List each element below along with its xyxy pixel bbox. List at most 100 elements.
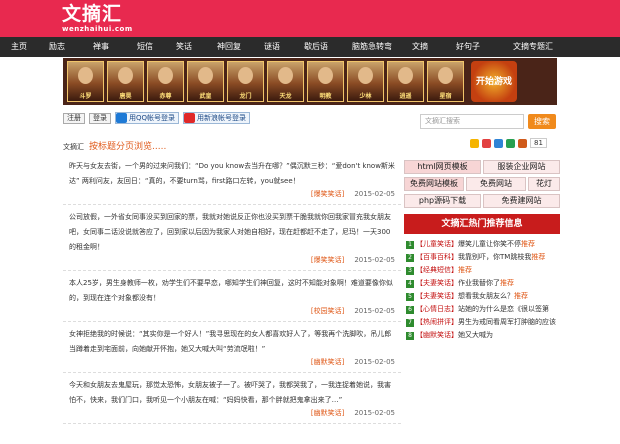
hero-name: 明教 (319, 93, 332, 100)
hero-card[interactable]: 明教 (307, 61, 344, 102)
joke-date: 2015-02-05 (354, 409, 395, 417)
nav-item[interactable]: 励志 (38, 37, 76, 57)
hot-item[interactable]: 4 【夫妻笑话】作业我替你了推荐 (406, 277, 558, 290)
nav-item[interactable]: 歇后语 (290, 37, 342, 57)
joke-category-link[interactable]: [爆笑笑话] (311, 190, 344, 198)
hot-item[interactable]: 5 【夫妻笑话】想看我女朋友么？推荐 (406, 290, 558, 303)
hero-name: 赤尊 (159, 93, 172, 100)
hot-category: 【儿童笑话】 (416, 240, 458, 248)
site-logo[interactable]: 文摘汇 wenzhaihui.com (62, 3, 133, 33)
nav-item[interactable]: 笑话 (164, 37, 204, 57)
nav-item[interactable]: 谜语 (254, 37, 290, 57)
sponsor-link[interactable]: 免费建网站 (483, 194, 560, 208)
login-row: 注册 登录 用QQ帐号登录 用新浪帐号登录 (63, 112, 251, 124)
hot-recommend-tag: 推荐 (500, 279, 514, 287)
hero-card[interactable]: 逍遥 (387, 61, 424, 102)
hero-card[interactable]: 斗罗 (67, 61, 104, 102)
hero-name: 天龙 (279, 93, 292, 100)
sponsor-link[interactable]: php源码下载 (404, 194, 481, 208)
share-more-icon[interactable] (518, 138, 527, 148)
nav-item[interactable]: 好句子 (438, 37, 498, 57)
search-button[interactable]: 搜索 (528, 114, 556, 129)
share-qzone-icon[interactable] (470, 138, 479, 148)
share-renren-icon[interactable] (506, 138, 515, 148)
hot-category: 【夫妻笑话】 (416, 292, 458, 300)
joke-date: 2015-02-05 (354, 307, 395, 315)
joke-date: 2015-02-05 (354, 190, 395, 198)
hero-card[interactable]: 唐昊 (107, 61, 144, 102)
sponsor-link[interactable]: 免费网站 (466, 177, 526, 191)
joke-text[interactable]: 本人25岁，男生身教师一枚，劝学生们不要早恋，哪知学生们神回复，这时不知能对象啊… (69, 276, 395, 306)
sidebar: html网页模板 服装企业网站 免费网站模板 免费网站 花灯 php源码下载 免费建网站 文… (404, 160, 560, 342)
joke-category-link[interactable]: [校园笑话] (311, 307, 344, 315)
hero-portrait-icon (238, 67, 253, 84)
nav-item[interactable]: 脑筋急转弯 (342, 37, 402, 57)
joke-text[interactable]: 公司放假，一外省女同事没买到回家的票，我就对她说反正你也没买到票干脆我就你回我家… (69, 210, 395, 255)
joke-category-link[interactable]: [爆笑笑话] (311, 256, 344, 264)
hot-rank: 5 (406, 293, 414, 301)
share-tencent-icon[interactable] (494, 138, 503, 148)
joke-text[interactable]: 今天和女朋友去鬼屋玩，那觉太恐怖，女朋友被子一了。被吓哭了，我都哭我了，一我连捉… (69, 378, 395, 408)
hero-card[interactable]: 赤尊 (147, 61, 184, 102)
hot-category: 【心情日志】 (416, 305, 458, 313)
hot-recommend-tag: 推荐 (521, 240, 535, 248)
hot-category: 【经典短信】 (416, 266, 458, 274)
sponsor-link[interactable]: 花灯 (528, 177, 560, 191)
joke-meta: [校园笑话] 2015-02-05 (69, 306, 395, 316)
hero-portrait-icon (158, 67, 173, 84)
hot-category: 【幽默笑话】 (416, 331, 458, 339)
login-button[interactable]: 登录 (89, 112, 111, 124)
hero-card[interactable]: 龙门 (227, 61, 264, 102)
nav-item[interactable]: 神回复 (204, 37, 254, 57)
hot-title: 她又大喊为 (458, 331, 493, 339)
hot-recommend-tag: 推荐 (531, 253, 546, 261)
hot-rank: 6 (406, 306, 414, 314)
hot-item[interactable]: 1 【儿童笑话】爆笑儿童让你笑不停推荐 (406, 238, 558, 251)
hot-recommend-tag: 推荐 (514, 292, 528, 300)
sponsor-link[interactable]: 服装企业网站 (483, 160, 560, 174)
hot-item[interactable]: 8 【幽默笑话】她又大喊为 (406, 329, 558, 342)
hero-portrait-icon (318, 67, 333, 84)
hero-name: 少林 (359, 93, 372, 100)
hero-name: 唐昊 (119, 93, 132, 100)
hot-item[interactable]: 6 【心情日志】站她的为什么是恋《很以签第 (406, 303, 558, 316)
hero-card[interactable]: 天龙 (267, 61, 304, 102)
nav-item[interactable]: 文摘专题汇 (498, 37, 568, 57)
joke-meta: [爆笑笑话] 2015-02-05 (69, 189, 395, 199)
hero-portrait-icon (398, 67, 413, 84)
hero-card[interactable]: 少林 (347, 61, 384, 102)
register-button[interactable]: 注册 (63, 112, 85, 124)
nav-item[interactable]: 文摘 (402, 37, 438, 57)
qq-icon (116, 113, 127, 123)
hot-item[interactable]: 2 【百事百科】我靠别吓，你TM跳枝我推荐 (406, 251, 558, 264)
sponsor-link[interactable]: html网页模板 (404, 160, 481, 174)
hero-card[interactable]: 武皇 (187, 61, 224, 102)
share-count: 81 (530, 138, 547, 148)
hot-title: 男生为戒同看周军打肿脑的应该 (458, 318, 556, 326)
start-game-badge[interactable]: 开始游戏 (471, 61, 517, 102)
hot-item[interactable]: 3 【经典短信】推荐 (406, 264, 558, 277)
game-banner[interactable]: 斗罗 唐昊 赤尊 武皇 龙门 天龙 明教 少林 逍遥 星宿 开始游戏 (63, 58, 557, 105)
nav-item[interactable]: 禅事 (76, 37, 126, 57)
search-input[interactable]: 文摘汇搜索 (420, 114, 524, 129)
hero-card[interactable]: 星宿 (427, 61, 464, 102)
nav-item[interactable]: 主页 (0, 37, 38, 57)
joke-category-link[interactable]: [幽默笑话] (311, 358, 344, 366)
hot-rank: 4 (406, 280, 414, 288)
weibo-icon (184, 113, 196, 123)
joke-item: 女神拒绝我的时候说：“其实你是一个好人！”我寻思现在的女人都喜欢好人了，等我再个… (63, 322, 401, 373)
weibo-login-button[interactable]: 用新浪帐号登录 (183, 112, 251, 124)
hot-item[interactable]: 7 【热闹拼评】男生为戒同看周军打肿脑的应该 (406, 316, 558, 329)
breadcrumb-site[interactable]: 文摘汇 (63, 142, 84, 152)
hero-portrait-icon (438, 67, 453, 84)
sponsor-link[interactable]: 免费网站模板 (404, 177, 464, 191)
joke-category-link[interactable]: [幽默笑话] (311, 409, 344, 417)
share-bar: 81 (470, 138, 547, 148)
nav-item[interactable]: 短信 (126, 37, 164, 57)
joke-meta: [爆笑笑话] 2015-02-05 (69, 255, 395, 265)
joke-text[interactable]: 女神拒绝我的时候说：“其实你是一个好人！”我寻思现在的女人都喜欢好人了，等我再个… (69, 327, 395, 357)
qq-login-button[interactable]: 用QQ帐号登录 (115, 112, 180, 124)
hot-title: 爆笑儿童让你笑不停 (458, 240, 521, 248)
joke-text[interactable]: 昨天与女友去街，一个男的过来问我们：“Do you know去当升在哪？”偶沉默… (69, 159, 395, 189)
share-weibo-icon[interactable] (482, 138, 491, 148)
